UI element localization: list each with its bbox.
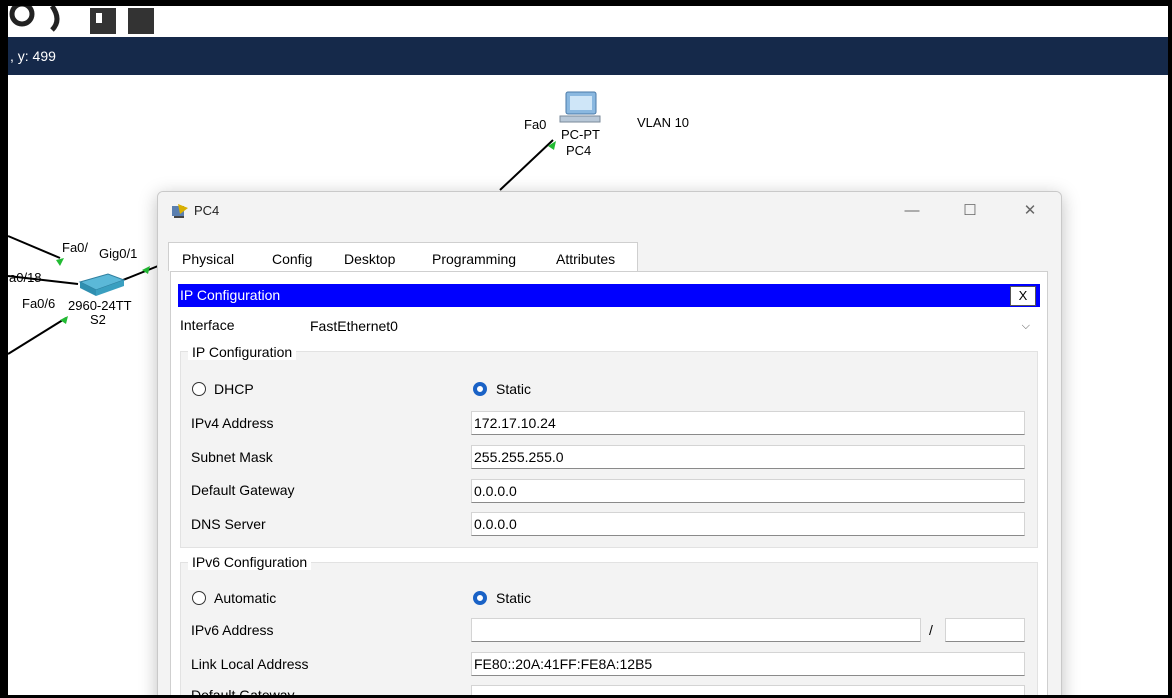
- pc-icon: [559, 91, 601, 123]
- interface-label: Interface: [180, 317, 235, 333]
- pc-link-label: Fa0: [524, 117, 547, 132]
- ipv6-automatic-radio[interactable]: [192, 591, 206, 605]
- dhcp-label: DHCP: [214, 381, 254, 397]
- switch-name-label: S2: [90, 312, 106, 327]
- ipv6-prefix-input[interactable]: [945, 618, 1025, 642]
- screen: , y: 499 Fa0 PC-PT PC4 VLAN 10 Fa0/ Gig0…: [0, 0, 1172, 698]
- tab-desktop[interactable]: Desktop: [342, 245, 398, 273]
- minimize-button[interactable]: —: [892, 200, 932, 222]
- tab-config[interactable]: Config: [270, 245, 314, 273]
- ip-config-close-button[interactable]: X: [1010, 286, 1036, 306]
- frame-border-right: [1168, 0, 1172, 698]
- pc-window-icon: [172, 204, 188, 218]
- static-label: Static: [496, 381, 532, 397]
- subnet-mask-label: Subnet Mask: [191, 449, 273, 465]
- ipv4-group-title: IP Configuration: [188, 344, 297, 360]
- chevron-down-icon: ⌵: [1021, 320, 1030, 332]
- dns-server-input[interactable]: 0.0.0.0: [471, 512, 1025, 536]
- ipv6-address-input[interactable]: [471, 618, 921, 642]
- close-window-button[interactable]: ✕: [1010, 200, 1050, 222]
- frame-border-left: [0, 0, 8, 698]
- interface-value: FastEthernet0: [310, 318, 398, 334]
- ipv6-static-label: Static: [496, 590, 532, 606]
- dns-server-label: DNS Server: [191, 516, 266, 532]
- default-gateway-input[interactable]: 0.0.0.0: [471, 479, 1025, 503]
- interface-select[interactable]: FastEthernet0 ⌵: [308, 314, 1038, 338]
- maximize-button[interactable]: ☐: [950, 200, 990, 222]
- tab-programming[interactable]: Programming: [430, 245, 518, 273]
- switch-port-top-label: Fa0/: [62, 240, 89, 255]
- dhcp-radio[interactable]: [192, 382, 206, 396]
- link-local-label: Link Local Address: [191, 656, 309, 672]
- switch-link-6: [7, 317, 67, 355]
- window-titlebar[interactable]: PC4 — ☐ ✕: [158, 192, 1061, 230]
- pc-name-label: PC4: [566, 143, 592, 158]
- ip-config-titlebar: IP Configuration: [178, 284, 1040, 307]
- switch-port-18-label: a0/18: [9, 270, 42, 285]
- switch-port-gig-label: Gig0/1: [99, 246, 138, 261]
- subnet-mask-input[interactable]: 255.255.255.0: [471, 445, 1025, 469]
- frame-border-top: [0, 0, 1172, 6]
- tab-physical[interactable]: Physical: [180, 245, 236, 273]
- default-gateway-label: Default Gateway: [191, 482, 295, 498]
- switch-link-top: [7, 235, 61, 259]
- ipv6-automatic-label: Automatic: [214, 590, 277, 606]
- ipv4-address-label: IPv4 Address: [191, 415, 274, 431]
- pc-link-line: [499, 139, 554, 191]
- ipv6-static-radio[interactable]: [473, 591, 487, 605]
- ipv6-address-label: IPv6 Address: [191, 622, 274, 638]
- switch-model-label: 2960-24TT: [68, 298, 132, 313]
- window-title: PC4: [194, 203, 220, 218]
- tab-attributes[interactable]: Attributes: [554, 245, 617, 273]
- ipv4-address-input[interactable]: 172.17.10.24: [471, 411, 1025, 435]
- ipv6-prefix-separator: /: [929, 622, 933, 638]
- static-radio[interactable]: [473, 382, 487, 396]
- switch-icon: [78, 273, 126, 296]
- switch-port-6-label: Fa0/6: [22, 296, 56, 311]
- link-local-input[interactable]: FE80::20A:41FF:FE8A:12B5: [471, 652, 1025, 676]
- pc-type-label: PC-PT: [561, 127, 600, 142]
- vlan-label: VLAN 10: [637, 115, 690, 130]
- ipv6-group-title: IPv6 Configuration: [188, 554, 312, 570]
